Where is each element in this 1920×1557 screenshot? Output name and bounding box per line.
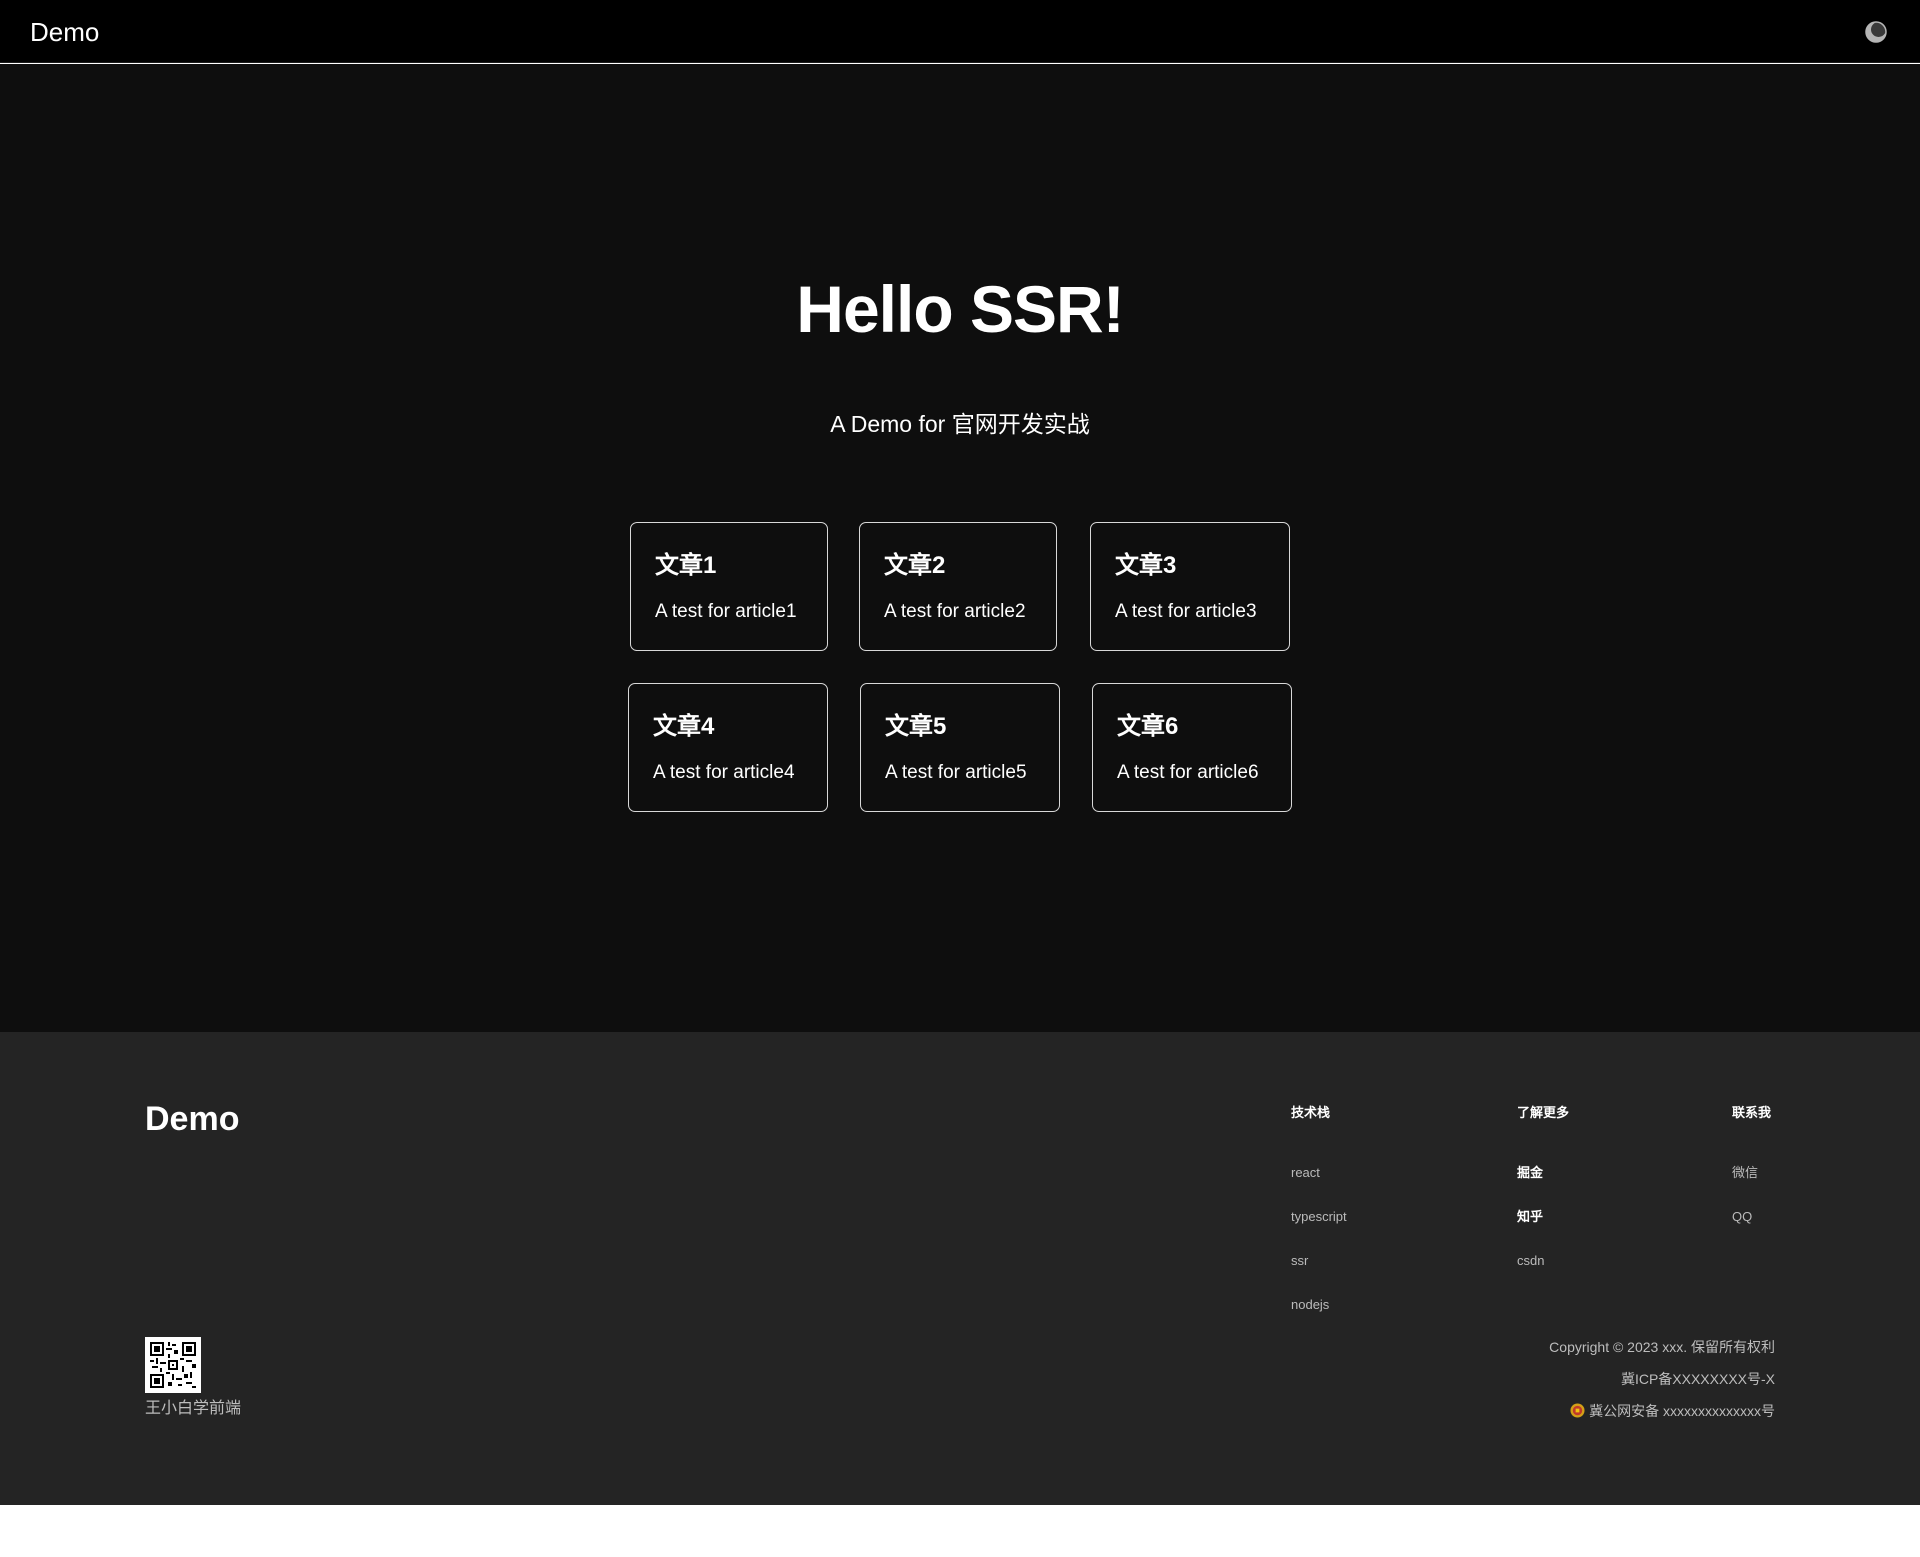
navbar-logo[interactable]: Demo bbox=[30, 16, 99, 48]
article-card-title: 文章4 bbox=[653, 713, 715, 740]
article-card-desc: A test for article4 bbox=[653, 762, 795, 783]
footer-link-typescript[interactable]: typescript bbox=[1291, 1208, 1347, 1226]
footer-link-ssr[interactable]: ssr bbox=[1291, 1252, 1308, 1270]
footer-column-title-tech: 技术栈 bbox=[1291, 1105, 1331, 1120]
top-navbar: Demo bbox=[0, 0, 1920, 63]
footer-logo: Demo bbox=[145, 1100, 240, 1138]
copyright-text: Copyright © 2023 xxx. 保留所有权利 bbox=[1549, 1339, 1775, 1355]
footer-link-zhihu[interactable]: 知乎 bbox=[1517, 1208, 1543, 1226]
police-record-text: 冀公网安备 xxxxxxxxxxxxxx号 bbox=[1589, 1403, 1775, 1419]
article-card-desc: A test for article2 bbox=[884, 601, 1026, 622]
article-card-title: 文章3 bbox=[1115, 552, 1177, 579]
icp-license-link[interactable]: 冀ICP备XXXXXXXX号-X bbox=[1621, 1369, 1775, 1389]
article-card-3[interactable]: 文章3 A test for article3 bbox=[1090, 522, 1290, 651]
footer-link-nodejs[interactable]: nodejs bbox=[1291, 1296, 1329, 1314]
qr-code-label: 王小白学前端 bbox=[145, 1400, 242, 1417]
main-content: Hello SSR! A Demo for 官网开发实战 文章1 A test … bbox=[0, 64, 1920, 1032]
footer-link-react[interactable]: react bbox=[1291, 1164, 1320, 1182]
footer-column-title-contact: 联系我 bbox=[1732, 1105, 1772, 1120]
footer-link-csdn[interactable]: csdn bbox=[1517, 1252, 1544, 1270]
footer-link-juejin[interactable]: 掘金 bbox=[1517, 1164, 1543, 1182]
article-card-desc: A test for article5 bbox=[885, 762, 1027, 783]
article-card-1[interactable]: 文章1 A test for article1 bbox=[630, 522, 828, 651]
footer-link-qq[interactable]: QQ bbox=[1732, 1208, 1752, 1226]
qr-code-image bbox=[145, 1337, 201, 1393]
article-card-desc: A test for article3 bbox=[1115, 601, 1257, 622]
hero-subtitle: A Demo for 官网开发实战 bbox=[830, 411, 1090, 437]
article-card-title: 文章1 bbox=[655, 552, 717, 579]
footer-column-title-more: 了解更多 bbox=[1517, 1105, 1570, 1120]
article-card-5[interactable]: 文章5 A test for article5 bbox=[860, 683, 1060, 812]
footer-link-wechat[interactable]: 微信 bbox=[1732, 1164, 1758, 1182]
hero-title: Hello SSR! bbox=[796, 272, 1124, 346]
article-card-2[interactable]: 文章2 A test for article2 bbox=[859, 522, 1057, 651]
police-badge-icon bbox=[1570, 1403, 1585, 1418]
article-card-desc: A test for article6 bbox=[1117, 762, 1259, 783]
article-card-desc: A test for article1 bbox=[655, 601, 797, 622]
article-card-title: 文章2 bbox=[884, 552, 946, 579]
article-card-title: 文章5 bbox=[885, 713, 947, 740]
site-footer: Demo 技术栈 react typescript ssr nodejs 了解更… bbox=[0, 1032, 1920, 1505]
article-card-title: 文章6 bbox=[1117, 713, 1179, 740]
article-card-6[interactable]: 文章6 A test for article6 bbox=[1092, 683, 1292, 812]
article-card-4[interactable]: 文章4 A test for article4 bbox=[628, 683, 828, 812]
theme-toggle-icon[interactable] bbox=[1865, 21, 1887, 43]
police-record-row[interactable]: 冀公网安备 xxxxxxxxxxxxxx号 bbox=[1570, 1401, 1775, 1421]
